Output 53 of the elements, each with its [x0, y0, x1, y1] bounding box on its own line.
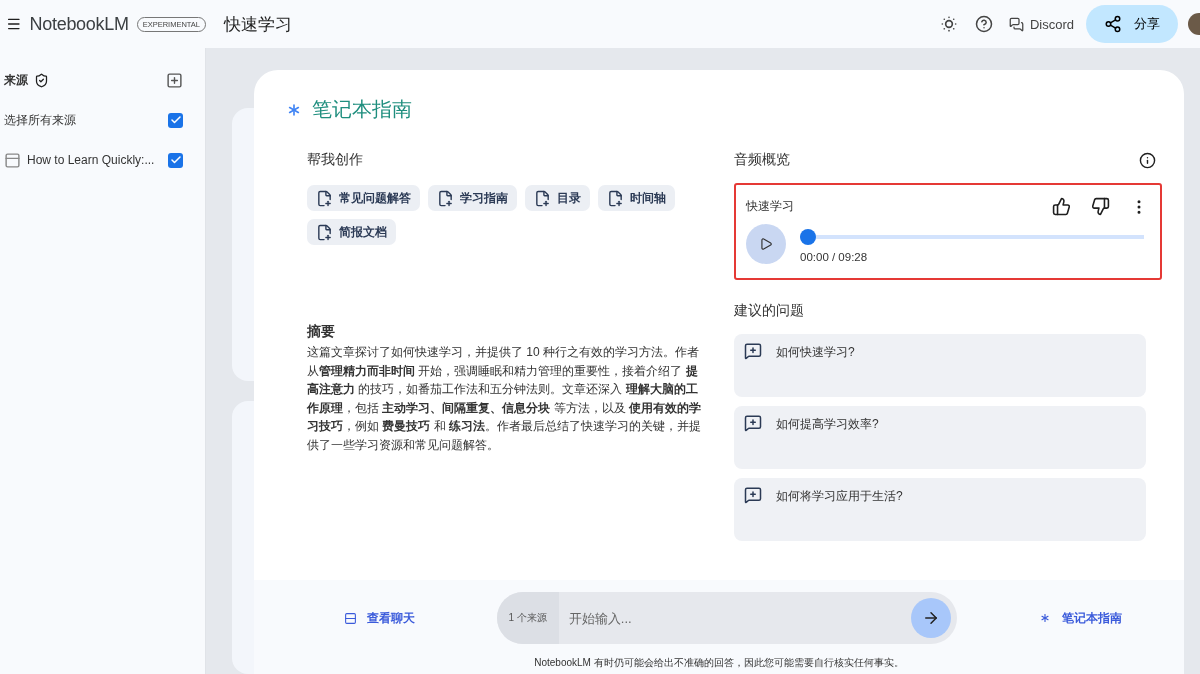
share-icon — [1104, 15, 1122, 33]
document-plus-icon — [316, 189, 333, 207]
discord-button[interactable]: Discord — [1000, 16, 1082, 32]
info-icon[interactable] — [1139, 151, 1156, 169]
chat-list-icon — [344, 611, 357, 625]
suggested-question[interactable]: 如何提高学习效率? — [734, 406, 1146, 469]
suggested-question[interactable]: 如何将学习应用于生活? — [734, 478, 1146, 541]
checkbox[interactable] — [168, 112, 183, 128]
sources-heading: 来源 — [4, 71, 28, 89]
create-button[interactable]: 目录 — [525, 185, 590, 211]
audio-title: 快速学习 — [746, 198, 795, 215]
checkbox[interactable] — [168, 152, 183, 168]
document-plus-icon — [316, 223, 333, 241]
question-icon — [744, 342, 762, 360]
help-icon — [974, 15, 993, 33]
summary-text: 这篇文章探讨了如何快速学习，并提供了 10 种行之有效的学习方法。作者从管理精力而非时间 开始，强调睡眠和精力管理的重要性，接着介绍了 提高注意力 的技巧，如番茄工作法和五分钟法则。文章还深入 理解大脑的工作原理，包括 主动学习、间隔重复、信息分块 等方法，以及 使用有效的学习技巧，例如 费曼技巧 和 练习法。作者最后总结了快速学习的关键，并提供了一些学习资源和常见问题解答。 — [307, 344, 702, 454]
source-count: 1 个来源 — [496, 592, 559, 644]
document-plus-icon — [437, 189, 454, 207]
notebook-guide-button[interactable]: 笔记本指南 — [1032, 608, 1128, 628]
app-name: NotebookLM — [29, 13, 129, 35]
suggested-question[interactable]: 如何快速学习? — [734, 334, 1146, 397]
select-all-label: 选择所有来源 — [4, 111, 77, 129]
guide-title: 笔记本指南 — [312, 97, 412, 122]
source-icon — [4, 151, 21, 169]
slider-thumb[interactable] — [800, 229, 816, 245]
thumbs-up-icon[interactable] — [1052, 197, 1071, 216]
view-chat-button[interactable]: 查看聊天 — [338, 608, 421, 628]
add-source-icon[interactable] — [166, 71, 183, 89]
disclaimer-text: NotebookLM 有时仍可能会给出不准确的回答，因此您可能需要自行核实任何事实。 — [534, 656, 904, 670]
document-plus-icon — [607, 189, 624, 207]
audio-time: 00:00 / 09:28 — [800, 251, 869, 263]
section-heading: 摘要 — [307, 323, 336, 341]
question-icon — [744, 486, 762, 504]
sparkle-icon — [1038, 611, 1052, 625]
send-button[interactable] — [910, 598, 951, 638]
source-item[interactable]: How to Learn Quickly:... — [27, 153, 162, 167]
chat-icon — [1008, 16, 1024, 32]
share-button[interactable]: 分享 — [1086, 5, 1178, 43]
section-heading: 建议的问题 — [734, 302, 805, 320]
create-button[interactable]: 常见问题解答 — [307, 185, 420, 211]
shield-icon — [34, 72, 49, 88]
question-icon — [744, 414, 762, 432]
document-plus-icon — [534, 189, 551, 207]
thumbs-down-icon[interactable] — [1091, 197, 1110, 216]
play-icon — [759, 237, 773, 251]
notebook-title: 快速学习 — [224, 13, 293, 36]
create-button[interactable]: 时间轴 — [598, 185, 675, 211]
create-button[interactable]: 学习指南 — [428, 185, 517, 211]
chat-input-field[interactable]: 开始输入... — [558, 610, 911, 626]
create-button[interactable]: 简报文档 — [307, 219, 396, 245]
play-button[interactable] — [746, 224, 786, 264]
section-heading: 帮我创作 — [307, 151, 364, 169]
section-heading: 音频概览 — [734, 151, 790, 169]
